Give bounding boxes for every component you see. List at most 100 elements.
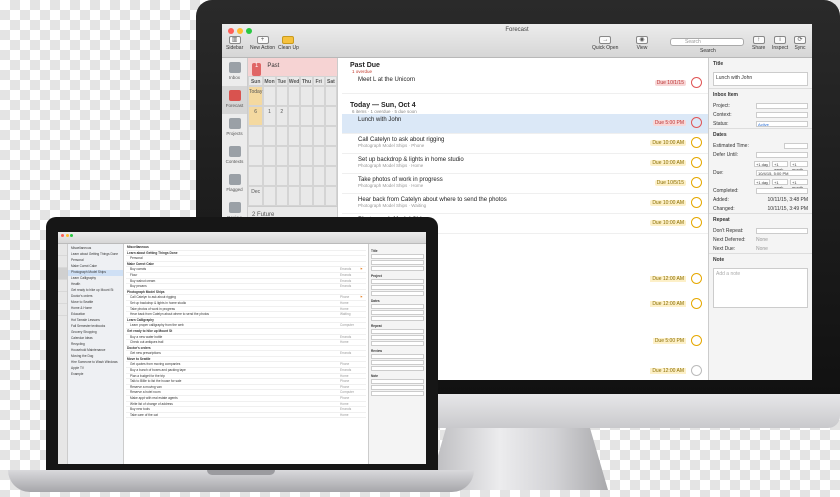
calendar-day[interactable] bbox=[287, 166, 301, 186]
quick-open-button[interactable]: → Quick Open bbox=[592, 36, 618, 51]
calendar-day[interactable] bbox=[248, 126, 264, 146]
calendar-day[interactable] bbox=[287, 126, 301, 146]
macbook-minimize-button[interactable] bbox=[65, 234, 69, 237]
flag-icon[interactable] bbox=[360, 351, 366, 356]
context-field[interactable] bbox=[756, 111, 808, 118]
calendar-past-row[interactable]: 1 Past bbox=[248, 58, 337, 76]
calendar-day[interactable] bbox=[275, 166, 288, 186]
calendar-day[interactable] bbox=[312, 106, 325, 126]
title-field[interactable]: Lunch with John bbox=[713, 72, 808, 86]
clean-up-button[interactable]: Clean Up bbox=[278, 36, 299, 51]
inspector-field[interactable] bbox=[371, 310, 424, 315]
calendar-day[interactable] bbox=[324, 106, 337, 126]
calendar-day[interactable] bbox=[300, 166, 313, 186]
inspector-field[interactable] bbox=[371, 254, 424, 259]
calendar-day[interactable] bbox=[300, 126, 313, 146]
repeat-select[interactable] bbox=[756, 227, 808, 234]
flag-icon[interactable] bbox=[360, 374, 366, 379]
flag-icon[interactable] bbox=[360, 340, 366, 345]
task-row-selected[interactable]: Lunch with John Due 5:00 PM bbox=[342, 114, 708, 134]
inspector-field[interactable] bbox=[371, 266, 424, 271]
due-field[interactable]: 10/4/15, 5:00 PM bbox=[756, 169, 808, 176]
calendar-day[interactable] bbox=[263, 146, 276, 166]
task-row[interactable]: Hear back from Catelyn about where to se… bbox=[342, 194, 708, 214]
calendar-day[interactable] bbox=[275, 186, 288, 206]
flag-icon[interactable]: ⚑ bbox=[360, 267, 366, 272]
due-plus-month-button[interactable]: +1 month bbox=[790, 178, 808, 190]
inspector-field[interactable] bbox=[371, 341, 424, 346]
flag-icon[interactable] bbox=[360, 273, 366, 278]
calendar-day[interactable] bbox=[275, 86, 288, 106]
note-header[interactable]: Note bbox=[709, 253, 812, 266]
inspect-button[interactable]: i Inspect bbox=[772, 36, 788, 51]
calendar-day-today[interactable]: Today bbox=[248, 86, 264, 106]
perspective-projects[interactable]: Projects bbox=[222, 114, 247, 142]
calendar-day[interactable] bbox=[300, 186, 313, 206]
task-checkbox[interactable] bbox=[691, 365, 702, 376]
task-row[interactable]: Take care of the cat Home bbox=[126, 413, 366, 419]
calendar-day[interactable]: 1 bbox=[263, 106, 276, 126]
inspector-section-header[interactable]: Dates bbox=[371, 299, 424, 303]
calendar-day[interactable] bbox=[324, 146, 337, 166]
task-row[interactable]: Call Catelyn to ask about rigging Photog… bbox=[342, 134, 708, 154]
today-header[interactable]: Today — Sun, Oct 4 bbox=[350, 102, 708, 109]
defer-plus-week-button[interactable]: +1 week bbox=[772, 160, 788, 172]
calendar-day[interactable] bbox=[287, 86, 301, 106]
flag-icon[interactable] bbox=[360, 385, 366, 390]
macbook-zoom-button[interactable] bbox=[70, 234, 73, 237]
sync-button[interactable]: ⟳ Sync bbox=[794, 36, 806, 51]
task-checkbox[interactable] bbox=[691, 117, 702, 128]
inspector-field[interactable] bbox=[371, 316, 424, 321]
sidebar-item[interactable]: Example bbox=[68, 372, 123, 378]
inspector-field[interactable] bbox=[371, 260, 424, 265]
inspector-field[interactable] bbox=[371, 366, 424, 371]
defer-until-field[interactable] bbox=[756, 151, 808, 158]
task-checkbox[interactable] bbox=[691, 137, 702, 148]
past-due-header[interactable]: Past Due bbox=[350, 62, 708, 69]
task-row[interactable]: Take photos of work in progress Photogra… bbox=[342, 174, 708, 194]
inspector-field[interactable] bbox=[371, 335, 424, 340]
task-checkbox[interactable] bbox=[691, 177, 702, 188]
flag-icon[interactable] bbox=[360, 318, 366, 323]
inspector-section-header[interactable]: Note bbox=[371, 374, 424, 378]
task-checkbox[interactable] bbox=[691, 273, 702, 284]
calendar-day[interactable]: 2 bbox=[275, 106, 288, 126]
flag-icon[interactable] bbox=[360, 323, 366, 328]
inspector-field[interactable] bbox=[371, 285, 424, 290]
task-checkbox[interactable] bbox=[691, 298, 702, 309]
flag-icon[interactable] bbox=[360, 307, 366, 312]
flag-icon[interactable] bbox=[360, 407, 366, 412]
title-section-header[interactable]: Title bbox=[709, 58, 812, 70]
calendar-day[interactable] bbox=[275, 126, 288, 146]
calendar-day[interactable] bbox=[263, 186, 276, 206]
task-checkbox[interactable] bbox=[691, 197, 702, 208]
share-button[interactable]: ↑ Share bbox=[752, 36, 765, 51]
calendar-day[interactable] bbox=[312, 166, 325, 186]
note-field[interactable]: Add a note bbox=[713, 268, 808, 308]
flag-icon[interactable] bbox=[360, 357, 366, 362]
calendar-day[interactable] bbox=[263, 166, 276, 186]
calendar-day[interactable] bbox=[324, 126, 337, 146]
inspector-field[interactable] bbox=[371, 329, 424, 334]
calendar-day[interactable] bbox=[324, 166, 337, 186]
calendar-day[interactable] bbox=[324, 86, 337, 106]
inspector-field[interactable] bbox=[371, 279, 424, 284]
perspective-tab[interactable] bbox=[58, 304, 67, 316]
perspective-forecast[interactable]: Forecast bbox=[222, 86, 247, 114]
sidebar-button[interactable]: ▥ Sidebar bbox=[226, 36, 243, 51]
search-input[interactable]: Search bbox=[670, 38, 744, 46]
project-field[interactable] bbox=[756, 102, 808, 109]
flag-icon[interactable] bbox=[360, 402, 366, 407]
calendar-day[interactable] bbox=[300, 86, 313, 106]
perspective-tab[interactable] bbox=[58, 280, 67, 292]
flag-icon[interactable] bbox=[360, 346, 366, 351]
perspective-tab[interactable] bbox=[58, 292, 67, 304]
new-action-button[interactable]: + New Action bbox=[250, 36, 275, 51]
inspector-section-header[interactable]: Title bbox=[371, 249, 424, 253]
repeat-header[interactable]: Repeat bbox=[709, 213, 812, 226]
calendar-day[interactable] bbox=[248, 146, 264, 166]
perspective-tab-active[interactable] bbox=[58, 268, 67, 280]
task-checkbox[interactable] bbox=[691, 77, 702, 88]
estimated-time-field[interactable] bbox=[784, 142, 808, 149]
calendar-day[interactable] bbox=[300, 146, 313, 166]
